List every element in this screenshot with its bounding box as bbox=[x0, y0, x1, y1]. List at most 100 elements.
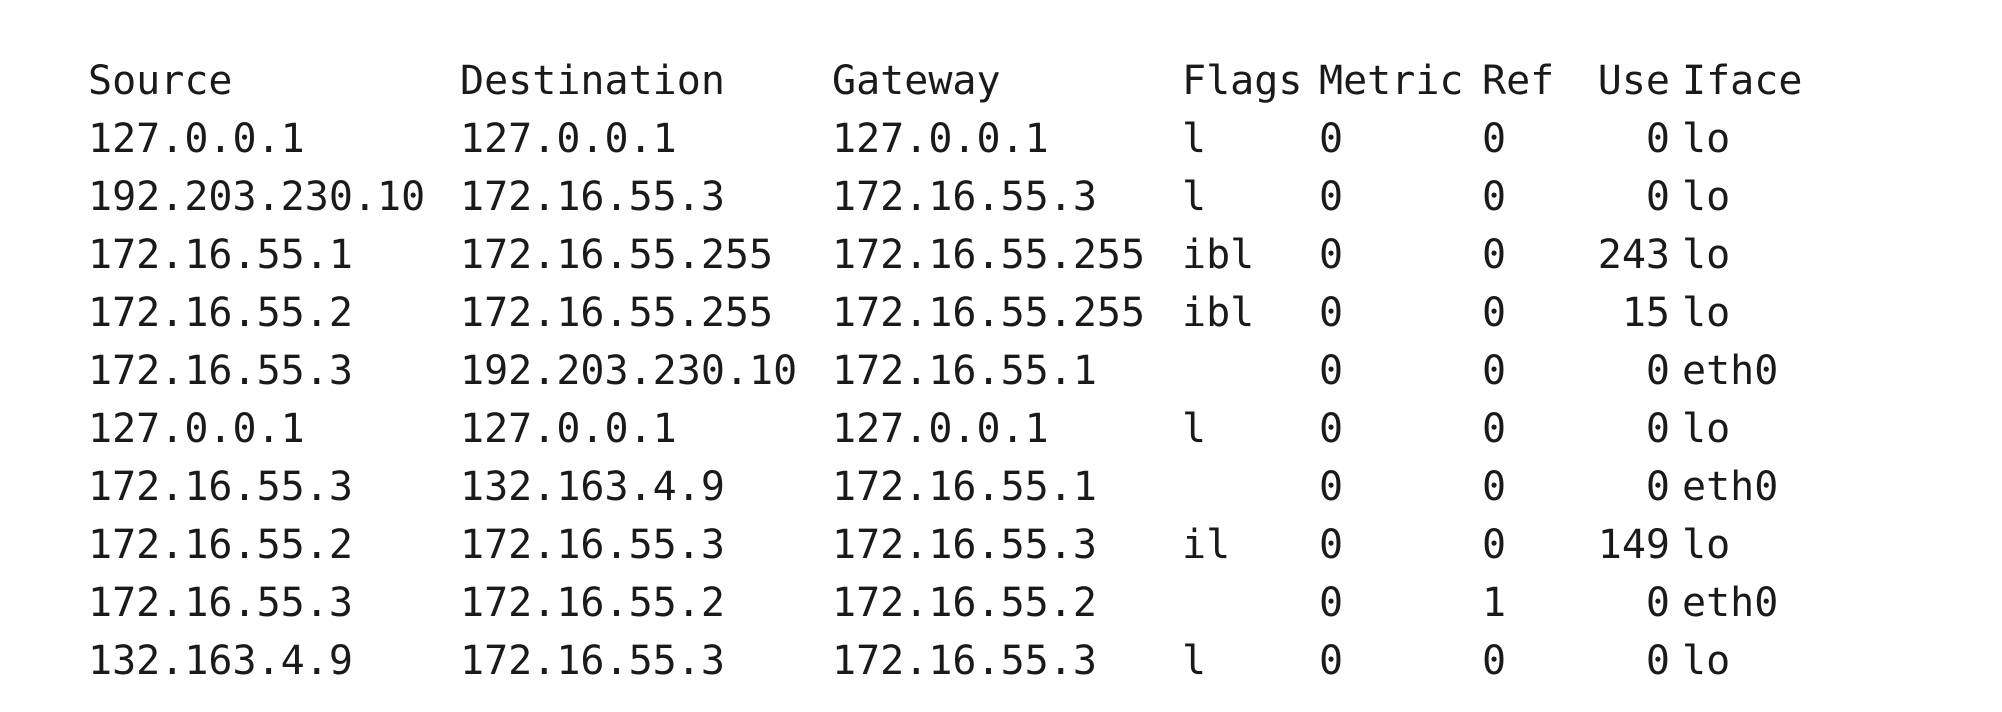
cell-destination: 172.16.55.255 bbox=[460, 232, 774, 278]
routing-table-header: Source Destination Gateway Flags Metric … bbox=[88, 52, 1802, 110]
cell-ref: 0 bbox=[1482, 464, 1507, 510]
cell-source: 172.16.55.3 bbox=[88, 580, 353, 626]
table-row: 192.203.230.10 172.16.55.3 172.16.55.3 l 0 0 0… bbox=[88, 168, 1802, 226]
header-flags: Flags bbox=[1182, 58, 1303, 104]
cell-ref: 0 bbox=[1482, 406, 1507, 452]
cell-flags: l bbox=[1182, 406, 1207, 452]
routing-table: Source Destination Gateway Flags Metric … bbox=[88, 52, 1802, 690]
cell-metric: 0 bbox=[1319, 638, 1344, 684]
cell-flags: il bbox=[1182, 522, 1231, 568]
cell-gateway: 172.16.55.2 bbox=[832, 580, 1097, 626]
cell-metric: 0 bbox=[1319, 174, 1344, 220]
cell-iface: lo bbox=[1682, 638, 1731, 684]
header-ref: Ref bbox=[1482, 58, 1555, 104]
cell-source: 132.163.4.9 bbox=[88, 638, 353, 684]
header-gateway: Gateway bbox=[832, 58, 1001, 104]
table-row: 172.16.55.2 172.16.55.255 172.16.55.255 ibl… bbox=[88, 284, 1802, 342]
cell-gateway: 172.16.55.3 bbox=[832, 174, 1097, 220]
cell-gateway: 172.16.55.1 bbox=[832, 348, 1097, 394]
cell-metric: 0 bbox=[1319, 522, 1344, 568]
table-row: 172.16.55.1 172.16.55.255 172.16.55.255 ibl… bbox=[88, 226, 1802, 284]
table-row: 172.16.55.3 172.16.55.2 172.16.55.2 0 1 0 eth0 bbox=[88, 574, 1802, 632]
cell-destination: 172.16.55.3 bbox=[460, 638, 725, 684]
cell-ref: 0 bbox=[1482, 232, 1507, 278]
header-metric: Metric bbox=[1319, 58, 1464, 104]
cell-flags bbox=[1182, 458, 1319, 516]
cell-ref: 0 bbox=[1482, 174, 1507, 220]
cell-source: 172.16.55.2 bbox=[88, 522, 353, 568]
cell-gateway: 127.0.0.1 bbox=[832, 116, 1049, 162]
cell-ref: 0 bbox=[1482, 290, 1507, 336]
cell-source: 127.0.0.1 bbox=[88, 116, 305, 162]
cell-gateway: 172.16.55.1 bbox=[832, 464, 1097, 510]
cell-flags: l bbox=[1182, 638, 1207, 684]
cell-flags: l bbox=[1182, 116, 1207, 162]
cell-metric: 0 bbox=[1319, 580, 1344, 626]
cell-flags bbox=[1182, 574, 1319, 632]
cell-gateway: 172.16.55.255 bbox=[832, 290, 1146, 336]
cell-iface: eth0 bbox=[1682, 580, 1779, 626]
cell-gateway: 127.0.0.1 bbox=[832, 406, 1049, 452]
cell-metric: 0 bbox=[1319, 232, 1344, 278]
header-row: Source Destination Gateway Flags Metric … bbox=[88, 52, 1802, 110]
cell-destination: 192.203.230.10 bbox=[460, 348, 798, 394]
cell-ref: 0 bbox=[1482, 522, 1507, 568]
header-source: Source bbox=[88, 58, 233, 104]
cell-ref: 1 bbox=[1482, 580, 1507, 626]
cell-use: 0 bbox=[1645, 464, 1670, 510]
cell-gateway: 172.16.55.3 bbox=[832, 638, 1097, 684]
table-row: 172.16.55.3 132.163.4.9 172.16.55.1 0 0 0 eth0 bbox=[88, 458, 1802, 516]
cell-flags bbox=[1182, 342, 1319, 400]
cell-destination: 132.163.4.9 bbox=[460, 464, 725, 510]
cell-destination: 127.0.0.1 bbox=[460, 116, 677, 162]
header-iface: Iface bbox=[1682, 58, 1803, 104]
cell-destination: 172.16.55.255 bbox=[460, 290, 774, 336]
cell-use: 149 bbox=[1597, 522, 1670, 568]
cell-source: 172.16.55.3 bbox=[88, 348, 353, 394]
cell-destination: 172.16.55.3 bbox=[460, 522, 725, 568]
cell-source: 172.16.55.1 bbox=[88, 232, 353, 278]
cell-iface: eth0 bbox=[1682, 348, 1779, 394]
cell-flags: ibl bbox=[1182, 290, 1255, 336]
table-row: 132.163.4.9 172.16.55.3 172.16.55.3 l 0 0 0 lo bbox=[88, 632, 1802, 690]
cell-destination: 172.16.55.2 bbox=[460, 580, 725, 626]
cell-metric: 0 bbox=[1319, 464, 1344, 510]
cell-ref: 0 bbox=[1482, 638, 1507, 684]
cell-metric: 0 bbox=[1319, 290, 1344, 336]
cell-use: 0 bbox=[1645, 348, 1670, 394]
header-destination: Destination bbox=[460, 58, 725, 104]
cell-iface: lo bbox=[1682, 522, 1731, 568]
cell-iface: eth0 bbox=[1682, 464, 1779, 510]
cell-destination: 172.16.55.3 bbox=[460, 174, 725, 220]
cell-use: 0 bbox=[1645, 580, 1670, 626]
cell-source: 127.0.0.1 bbox=[88, 406, 305, 452]
cell-destination: 127.0.0.1 bbox=[460, 406, 677, 452]
cell-source: 172.16.55.3 bbox=[88, 464, 353, 510]
cell-use: 0 bbox=[1645, 174, 1670, 220]
table-row: 127.0.0.1 127.0.0.1 127.0.0.1 l 0 0 0 lo bbox=[88, 400, 1802, 458]
cell-iface: lo bbox=[1682, 174, 1731, 220]
cell-gateway: 172.16.55.3 bbox=[832, 522, 1097, 568]
cell-source: 172.16.55.2 bbox=[88, 290, 353, 336]
cell-use: 0 bbox=[1645, 116, 1670, 162]
header-use: Use bbox=[1597, 58, 1670, 104]
cell-gateway: 172.16.55.255 bbox=[832, 232, 1146, 278]
cell-use: 0 bbox=[1645, 406, 1670, 452]
cell-source: 192.203.230.10 bbox=[88, 174, 426, 220]
cell-flags: l bbox=[1182, 174, 1207, 220]
cell-metric: 0 bbox=[1319, 116, 1344, 162]
cell-use: 0 bbox=[1645, 638, 1670, 684]
cell-iface: lo bbox=[1682, 116, 1731, 162]
cell-iface: lo bbox=[1682, 290, 1731, 336]
cell-iface: lo bbox=[1682, 232, 1731, 278]
cell-flags: ibl bbox=[1182, 232, 1255, 278]
cell-metric: 0 bbox=[1319, 406, 1344, 452]
cell-ref: 0 bbox=[1482, 348, 1507, 394]
cell-ref: 0 bbox=[1482, 116, 1507, 162]
cell-metric: 0 bbox=[1319, 348, 1344, 394]
table-row: 172.16.55.2 172.16.55.3 172.16.55.3 il 0 0 149… bbox=[88, 516, 1802, 574]
cell-use: 15 bbox=[1621, 290, 1670, 336]
table-row: 127.0.0.1 127.0.0.1 127.0.0.1 l 0 0 0 lo bbox=[88, 110, 1802, 168]
routing-table-body: 127.0.0.1 127.0.0.1 127.0.0.1 l 0 0 0 lo 192.203… bbox=[88, 110, 1802, 690]
cell-use: 243 bbox=[1597, 232, 1670, 278]
